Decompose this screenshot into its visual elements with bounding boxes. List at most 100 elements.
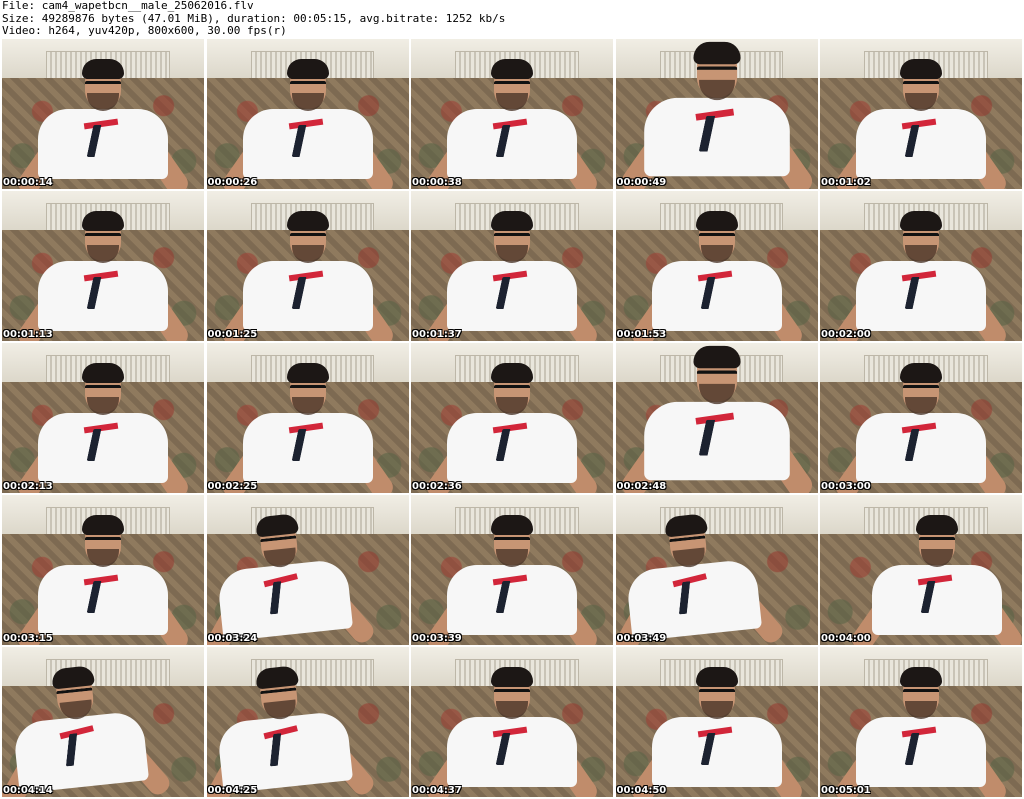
- frame-timestamp: 00:04:14: [3, 785, 53, 796]
- shirt-logo: [904, 733, 948, 765]
- glasses: [903, 233, 939, 244]
- shirt-logo: [495, 125, 539, 157]
- hair: [491, 515, 533, 535]
- hair: [491, 59, 533, 79]
- hair: [286, 363, 329, 383]
- frame-timestamp: 00:01:53: [616, 329, 667, 340]
- person-figure: [832, 665, 1010, 797]
- shirt-logo: [495, 429, 539, 461]
- glasses: [289, 81, 326, 92]
- video-frame-thumbnail: 00:00:26: [206, 39, 409, 189]
- person-figure: [14, 57, 192, 189]
- glasses: [85, 81, 121, 92]
- video-info-line: Video: h264, yuv420p, 800x600, 30.00 fps…: [2, 24, 287, 37]
- glasses: [85, 233, 121, 244]
- frame-timestamp: 00:04:37: [412, 785, 462, 796]
- glasses: [696, 370, 737, 382]
- hair: [491, 211, 533, 231]
- video-frame-thumbnail: 00:02:25: [206, 343, 409, 493]
- video-frame-thumbnail: 00:03:24: [206, 495, 409, 645]
- video-frame-thumbnail: 00:00:14: [2, 39, 204, 189]
- hair: [82, 363, 124, 383]
- video-frame-thumbnail: 00:02:36: [411, 343, 613, 493]
- hair: [82, 59, 124, 79]
- frame-timestamp: 00:00:26: [207, 177, 258, 188]
- video-frame-thumbnail: 00:04:37: [411, 647, 613, 797]
- glasses: [494, 385, 530, 396]
- glasses: [903, 689, 939, 700]
- glasses: [494, 537, 530, 548]
- video-frame-thumbnail: 00:00:38: [411, 39, 613, 189]
- person-figure: [423, 513, 601, 645]
- video-frame-thumbnail: 00:03:00: [820, 343, 1022, 493]
- frame-timestamp: 00:00:49: [616, 177, 667, 188]
- video-frame-thumbnail: 00:01:25: [206, 191, 409, 341]
- frame-timestamp: 00:02:00: [821, 329, 871, 340]
- glasses: [289, 385, 326, 396]
- glasses: [494, 233, 530, 244]
- shirt-logo: [86, 125, 130, 157]
- video-frame-thumbnail: 00:01:37: [411, 191, 613, 341]
- hair: [916, 515, 959, 535]
- glasses: [494, 81, 530, 92]
- glasses: [494, 689, 530, 700]
- hair: [695, 667, 738, 687]
- hair: [695, 211, 738, 231]
- shirt-logo: [700, 733, 743, 765]
- person-figure: [423, 57, 601, 189]
- hair: [692, 345, 741, 369]
- person-figure: [832, 57, 1010, 189]
- frame-timestamp: 00:02:36: [412, 481, 462, 492]
- frame-timestamp: 00:02:48: [616, 481, 667, 492]
- person-figure: [617, 40, 816, 189]
- frame-timestamp: 00:03:49: [616, 633, 667, 644]
- hair: [900, 667, 942, 687]
- video-frame-thumbnail: 00:04:50: [615, 647, 818, 797]
- frame-timestamp: 00:03:15: [3, 633, 53, 644]
- person-figure: [423, 665, 601, 797]
- glasses: [903, 385, 939, 396]
- hair: [286, 211, 329, 231]
- shirt-logo: [495, 581, 539, 613]
- frame-timestamp: 00:04:25: [207, 785, 258, 796]
- hair: [286, 59, 329, 79]
- hair: [900, 363, 942, 383]
- person-figure: [627, 209, 806, 341]
- frame-timestamp: 00:01:37: [412, 329, 462, 340]
- person-figure: [14, 513, 192, 645]
- glasses: [696, 66, 737, 78]
- hair: [692, 41, 741, 65]
- shirt-logo: [291, 429, 334, 461]
- video-frame-thumbnail: 00:01:13: [2, 191, 204, 341]
- hair: [82, 211, 124, 231]
- shirt-logo: [698, 115, 747, 152]
- video-frame-thumbnail: 00:01:53: [615, 191, 818, 341]
- file-info-header: File: cam4_wapetbcn__male_25062016.flv S…: [2, 0, 1022, 38]
- shirt-logo: [904, 277, 948, 309]
- video-frame-thumbnail: 00:04:25: [206, 647, 409, 797]
- shirt-logo: [291, 125, 334, 157]
- hair: [82, 515, 124, 535]
- person-figure: [218, 57, 397, 189]
- shirt-logo: [904, 429, 948, 461]
- hair: [491, 363, 533, 383]
- glasses: [85, 537, 121, 548]
- shirt-logo: [270, 730, 310, 767]
- shirt-logo: [86, 429, 130, 461]
- video-frame-thumbnail: 00:02:48: [615, 343, 818, 493]
- hair: [491, 667, 533, 687]
- hair: [900, 59, 942, 79]
- frame-timestamp: 00:00:38: [412, 177, 462, 188]
- shirt-logo: [291, 277, 334, 309]
- frame-timestamp: 00:01:02: [821, 177, 871, 188]
- shirt-logo: [920, 581, 964, 613]
- video-frame-thumbnail: 00:03:39: [411, 495, 613, 645]
- video-frame-thumbnail: 00:00:49: [615, 39, 818, 189]
- glasses: [919, 537, 956, 548]
- frame-timestamp: 00:01:25: [207, 329, 258, 340]
- frame-timestamp: 00:03:39: [412, 633, 462, 644]
- shirt-logo: [86, 581, 130, 613]
- person-figure: [832, 361, 1010, 493]
- video-frame-thumbnail: 00:03:49: [615, 495, 818, 645]
- person-figure: [423, 209, 601, 341]
